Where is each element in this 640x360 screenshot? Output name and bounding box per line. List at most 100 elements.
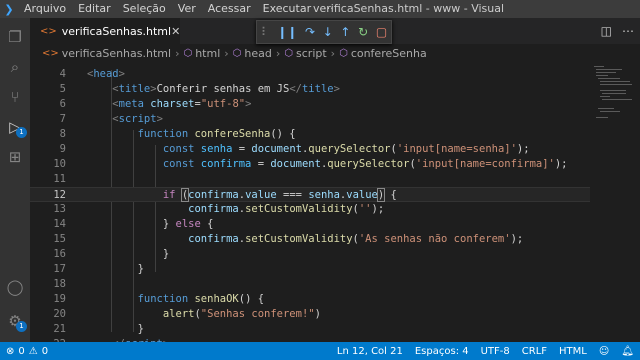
restart-icon[interactable]: ↻: [358, 21, 368, 43]
tab-verificasenhas[interactable]: <> verificaSenhas.html ✕: [30, 18, 180, 44]
window-title: verificaSenhas.html - www - Visual: [313, 2, 505, 15]
breadcrumb-label: script: [296, 46, 327, 60]
status-bar: ⊗ 0 ⚠ 0 Ln 12, Col 21 Espaços: 4 UTF-8 C…: [0, 342, 640, 360]
code-text: confirma.setCustomValidity('As senhas nã…: [188, 233, 524, 245]
settings-gear-icon[interactable]: ⚙ 1: [0, 308, 30, 334]
menu-selecao[interactable]: Seleção: [117, 0, 172, 18]
menu-arquivo[interactable]: Arquivo: [18, 0, 72, 18]
error-icon: ⊗: [6, 345, 15, 357]
close-tab-icon[interactable]: ✕: [171, 25, 180, 38]
line-number: 16: [53, 248, 66, 260]
problems-indicator[interactable]: ⊗ 0 ⚠ 0: [0, 346, 48, 357]
breadcrumb-label: verificaSenhas.html: [61, 46, 172, 60]
editor-scrollbar[interactable]: [634, 62, 640, 342]
code-line: 9 const senha = document.querySelector('…: [30, 142, 590, 157]
minimap-line: [602, 93, 626, 94]
code-text: <head>: [87, 68, 125, 80]
breadcrumb-label: html: [195, 46, 221, 60]
search-icon[interactable]: ⌕: [0, 54, 30, 80]
element-icon: ⬡: [183, 47, 193, 59]
code-text: <script>: [112, 113, 163, 125]
title-text: Conferir senhas em JS: [156, 83, 290, 95]
line-number: 12: [53, 189, 66, 201]
encoding[interactable]: UTF-8: [475, 346, 516, 357]
chevron-right-icon: ›: [224, 46, 229, 60]
charset-value: "utf-8": [200, 98, 246, 110]
chevron-right-icon: ›: [275, 46, 281, 60]
pause-icon[interactable]: ❙❙: [277, 21, 297, 43]
html-file-icon: <>: [42, 47, 59, 59]
line-number: 8: [59, 128, 66, 140]
code-line: 20 alert("Senhas conferem!"): [30, 307, 590, 322]
minimap-line: [600, 84, 632, 85]
breadcrumb: <> verificaSenhas.html › ⬡ html › ⬡ head › …: [30, 44, 640, 62]
line-number: 17: [53, 263, 66, 275]
minimap-line: [600, 96, 610, 97]
tab-actions: ◫ ⋯: [601, 18, 634, 44]
breadcrumb-function[interactable]: ⬡ confereSenha: [339, 47, 427, 60]
tab-label: verificaSenhas.html: [61, 24, 172, 38]
code-text: function senhaOK() {: [137, 293, 265, 305]
breadcrumb-head[interactable]: ⬡ head: [233, 47, 272, 60]
breadcrumb-html[interactable]: ⬡ html: [183, 47, 220, 60]
more-actions-icon[interactable]: ⋯: [622, 24, 634, 38]
chevron-right-icon: ›: [330, 46, 336, 60]
breadcrumb-script[interactable]: ⬡ script: [284, 47, 326, 60]
feedback-icon[interactable]: ☺: [593, 346, 615, 357]
indentation[interactable]: Espaços: 4: [409, 346, 475, 357]
error-count: 0: [18, 345, 25, 357]
run-debug-icon[interactable]: ▷ 1: [0, 114, 30, 140]
run-debug-badge: 1: [16, 127, 27, 138]
code-editor[interactable]: 4 <head> 5 <title>Conferir senhas em JS</…: [30, 62, 590, 342]
debug-toolbar: ⠇ ❙❙ ↷ ↓ ↑ ↻ ▢: [256, 20, 392, 44]
element-icon: ⬡: [284, 47, 294, 59]
code-line: 13 confirma.setCustomValidity('');: [30, 202, 590, 217]
step-into-icon[interactable]: ↓: [323, 21, 333, 43]
code-text: } else {: [162, 218, 214, 230]
code-line: 7 <script>: [30, 112, 590, 127]
step-out-icon[interactable]: ↑: [340, 21, 350, 43]
line-number: 4: [59, 68, 66, 80]
breadcrumb-label: head: [244, 46, 272, 60]
code-line: 19 function senhaOK() {: [30, 292, 590, 307]
account-icon[interactable]: ◯: [0, 274, 30, 300]
menu-acessar[interactable]: Acessar: [202, 0, 257, 18]
breadcrumb-label: confereSenha: [350, 46, 427, 60]
selector-string: 'input[name=senha]': [396, 143, 517, 155]
minimap-line: [596, 69, 622, 70]
step-over-icon[interactable]: ↷: [305, 21, 315, 43]
code-text: <title>Conferir senhas em JS</title>: [112, 83, 340, 95]
line-number: 14: [53, 218, 66, 230]
code-text: const confirma = document.querySelector(…: [162, 158, 568, 170]
drag-handle-icon[interactable]: ⠇: [261, 21, 270, 43]
selector-string: 'input[name=confirma]': [415, 158, 555, 170]
title-bar: ❯ Arquivo Editar Seleção Ver Acessar Exe…: [0, 0, 640, 18]
string-literal: '': [358, 203, 372, 215]
code-line: 8 function confereSenha() {: [30, 127, 590, 142]
settings-badge: 1: [16, 321, 27, 332]
line-ending[interactable]: CRLF: [516, 346, 553, 357]
line-number: 19: [53, 293, 66, 305]
extensions-icon[interactable]: ⊞: [0, 144, 30, 170]
breadcrumb-file[interactable]: <> verificaSenhas.html: [42, 47, 171, 60]
notifications-bell-icon[interactable]: 🔔︎: [615, 346, 640, 357]
menu-editar[interactable]: Editar: [72, 0, 117, 18]
code-line: 6 <meta charset="utf-8">: [30, 97, 590, 112]
split-editor-icon[interactable]: ◫: [601, 24, 612, 38]
code-text: }: [137, 263, 144, 275]
cursor-position[interactable]: Ln 12, Col 21: [331, 346, 409, 357]
stop-icon[interactable]: ▢: [376, 21, 387, 43]
minimap[interactable]: [590, 62, 634, 342]
minimap-line: [596, 75, 608, 76]
minimap-line: [600, 81, 630, 82]
menu-ver[interactable]: Ver: [172, 0, 202, 18]
code-text: }: [162, 248, 170, 260]
menu-executar[interactable]: Executar: [257, 0, 318, 18]
language-mode[interactable]: HTML: [553, 346, 593, 357]
explorer-icon[interactable]: ❐: [0, 24, 30, 50]
source-control-icon[interactable]: ⑂: [0, 84, 30, 110]
minimap-line: [600, 90, 626, 91]
line-number: 13: [53, 203, 66, 215]
string-literal: 'As senhas não conferem': [358, 233, 511, 245]
function-icon: ⬡: [339, 47, 348, 59]
